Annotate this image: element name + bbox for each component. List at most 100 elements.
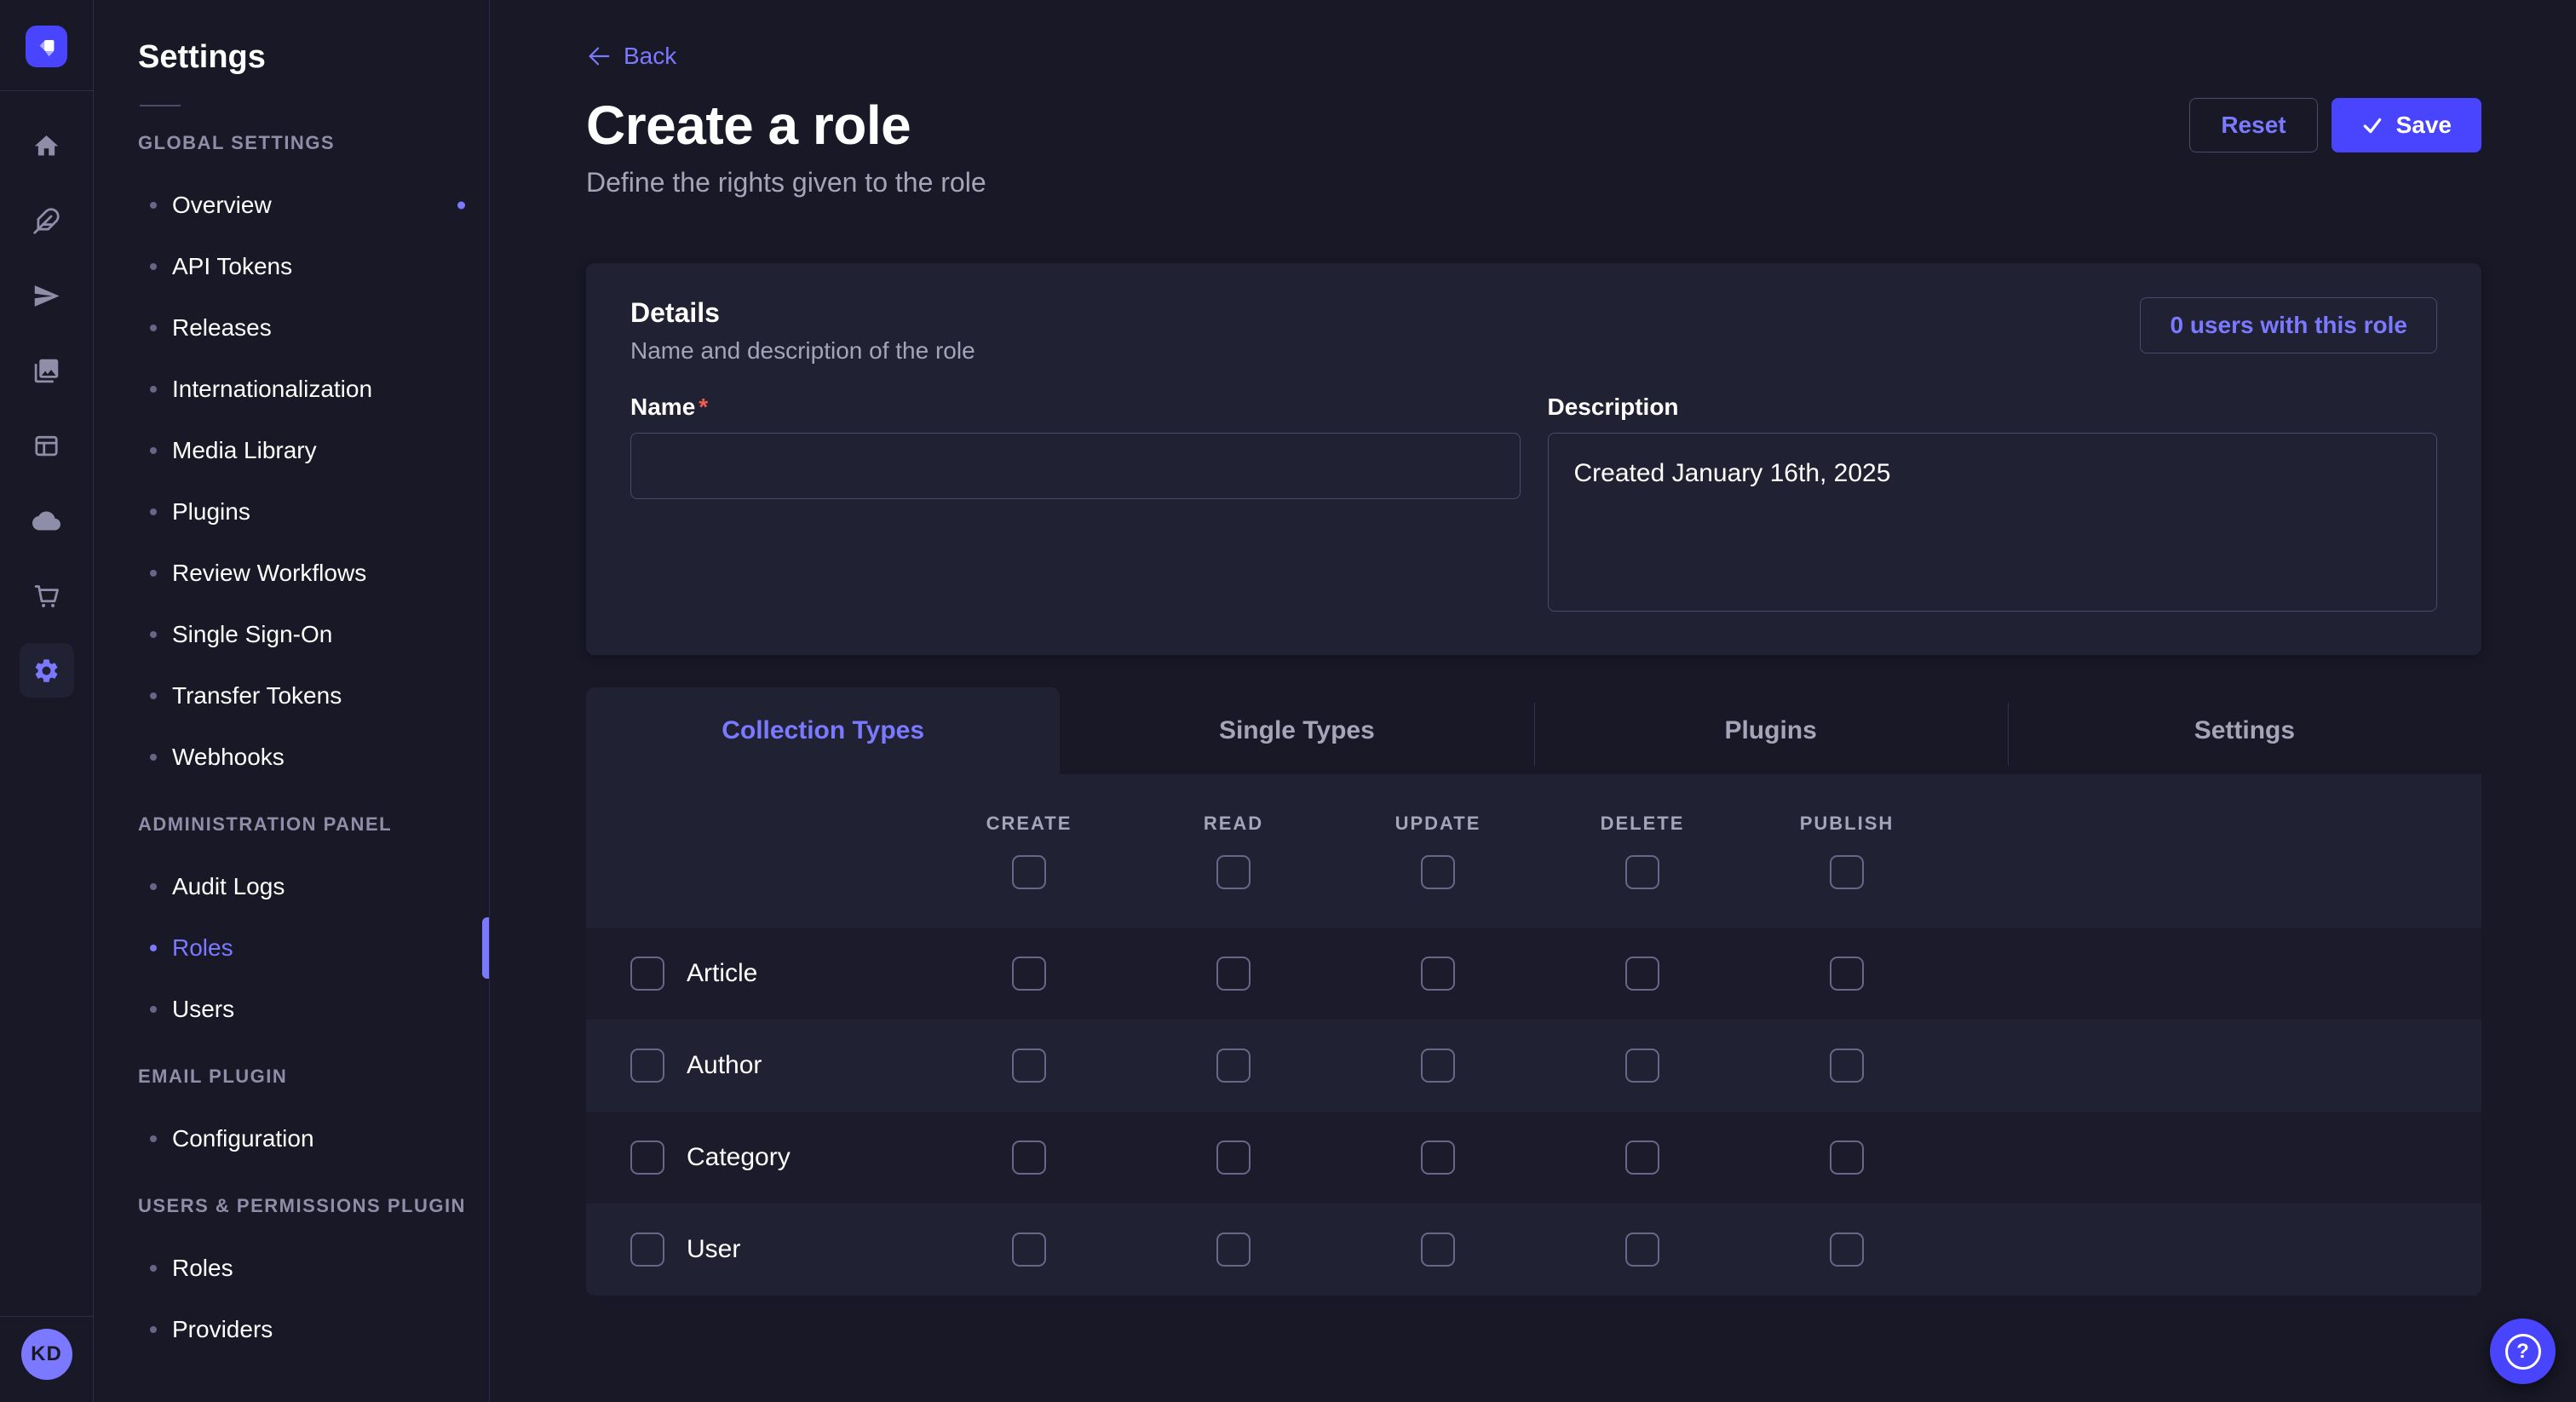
page-title: Create a role <box>586 94 911 157</box>
role-name-input[interactable] <box>630 433 1521 499</box>
category-read-checkbox[interactable] <box>1216 1141 1251 1175</box>
select-all-delete-checkbox[interactable] <box>1625 855 1659 889</box>
user-row-checkbox[interactable] <box>630 1232 664 1267</box>
author-delete-checkbox[interactable] <box>1625 1049 1659 1083</box>
home-icon[interactable] <box>20 118 74 173</box>
settings-nav-rule <box>140 105 181 106</box>
author-row-checkbox[interactable] <box>630 1049 664 1083</box>
bullet-icon <box>150 509 157 515</box>
article-publish-checkbox[interactable] <box>1830 957 1864 991</box>
reset-button[interactable]: Reset <box>2189 98 2317 152</box>
tab-plugins[interactable]: Plugins <box>1534 687 2008 774</box>
category-delete-checkbox[interactable] <box>1625 1141 1659 1175</box>
permissions-tabbar: Collection Types Single Types Plugins Se… <box>586 687 2481 774</box>
category-publish-checkbox[interactable] <box>1830 1141 1864 1175</box>
help-button[interactable]: ? <box>2490 1319 2556 1384</box>
user-create-checkbox[interactable] <box>1012 1232 1046 1267</box>
nav-section-label: USERS & PERMISSIONS PLUGIN <box>138 1195 489 1217</box>
column-header-update: UPDATE <box>1395 813 1481 835</box>
sidebar-item-audit-logs[interactable]: Audit Logs <box>94 856 489 917</box>
content-builder-feather-icon[interactable] <box>20 193 74 248</box>
strapi-logo[interactable] <box>26 26 67 67</box>
bullet-icon <box>150 447 157 454</box>
author-update-checkbox[interactable] <box>1421 1049 1455 1083</box>
sidebar-item-plugins[interactable]: Plugins <box>94 481 489 543</box>
sidebar-item-transfer-tokens[interactable]: Transfer Tokens <box>94 665 489 727</box>
description-field-group: Description Created January 16th, 2025 <box>1548 394 2438 616</box>
column-header-publish: PUBLISH <box>1800 813 1895 835</box>
nav-section-global-settings: GLOBAL SETTINGS Overview API Tokens Rele… <box>94 132 489 788</box>
bullet-icon <box>150 631 157 638</box>
article-row-checkbox[interactable] <box>630 957 664 991</box>
select-all-update-checkbox[interactable] <box>1421 855 1455 889</box>
question-mark-icon: ? <box>2505 1334 2541 1370</box>
nav-section-label: ADMINISTRATION PANEL <box>138 813 489 836</box>
sidebar-item-review-workflows[interactable]: Review Workflows <box>94 543 489 604</box>
details-title: Details <box>630 297 975 329</box>
page-subtitle: Define the rights given to the role <box>586 167 2481 198</box>
bullet-icon <box>150 945 157 951</box>
select-all-read-checkbox[interactable] <box>1216 855 1251 889</box>
article-create-checkbox[interactable] <box>1012 957 1046 991</box>
save-button[interactable]: Save <box>2332 98 2481 152</box>
paper-plane-icon[interactable] <box>20 268 74 323</box>
details-subtitle: Name and description of the role <box>630 337 975 365</box>
details-card: Details Name and description of the role… <box>586 263 2481 655</box>
tab-settings[interactable]: Settings <box>2008 687 2481 774</box>
bullet-icon <box>150 386 157 393</box>
column-header-create: CREATE <box>986 813 1072 835</box>
sidebar-item-webhooks[interactable]: Webhooks <box>94 727 489 788</box>
sidebar-item-internationalization[interactable]: Internationalization <box>94 359 489 420</box>
author-publish-checkbox[interactable] <box>1830 1049 1864 1083</box>
category-row-checkbox[interactable] <box>630 1141 664 1175</box>
app-window: KD Settings GLOBAL SETTINGS Overview API… <box>0 0 2576 1402</box>
sidebar-item-api-tokens[interactable]: API Tokens <box>94 236 489 297</box>
category-update-checkbox[interactable] <box>1421 1141 1455 1175</box>
media-library-icon[interactable] <box>20 343 74 398</box>
select-all-create-checkbox[interactable] <box>1012 855 1046 889</box>
bullet-icon <box>150 263 157 270</box>
settings-gear-icon[interactable] <box>20 643 74 698</box>
sidebar-item-releases[interactable]: Releases <box>94 297 489 359</box>
user-delete-checkbox[interactable] <box>1625 1232 1659 1267</box>
category-create-checkbox[interactable] <box>1012 1141 1046 1175</box>
marketplace-cart-icon[interactable] <box>20 568 74 623</box>
table-row-article: Article <box>586 928 2481 1020</box>
bullet-icon <box>150 1265 157 1272</box>
sidebar-item-users[interactable]: Users <box>94 979 489 1040</box>
tab-single-types[interactable]: Single Types <box>1060 687 1533 774</box>
notification-dot-icon <box>457 202 465 210</box>
user-update-checkbox[interactable] <box>1421 1232 1455 1267</box>
back-link[interactable]: Back <box>586 43 676 70</box>
user-read-checkbox[interactable] <box>1216 1232 1251 1267</box>
sidebar-item-configuration[interactable]: Configuration <box>94 1108 489 1169</box>
users-with-role-button[interactable]: 0 users with this role <box>2140 297 2437 353</box>
sidebar-item-roles-admin[interactable]: Roles <box>94 917 489 979</box>
author-read-checkbox[interactable] <box>1216 1049 1251 1083</box>
cloud-icon[interactable] <box>20 493 74 548</box>
user-publish-checkbox[interactable] <box>1830 1232 1864 1267</box>
nav-section-label: GLOBAL SETTINGS <box>138 132 489 154</box>
settings-nav-title: Settings <box>138 39 489 76</box>
layout-icon[interactable] <box>20 418 74 473</box>
bullet-icon <box>150 754 157 761</box>
user-avatar[interactable]: KD <box>21 1329 72 1380</box>
article-delete-checkbox[interactable] <box>1625 957 1659 991</box>
main-content: Back Create a role Reset Save Define the… <box>490 0 2576 1402</box>
description-label: Description <box>1548 394 2438 421</box>
bullet-icon <box>150 692 157 699</box>
article-update-checkbox[interactable] <box>1421 957 1455 991</box>
role-description-textarea[interactable]: Created January 16th, 2025 <box>1548 433 2438 612</box>
sidebar-item-providers[interactable]: Providers <box>94 1299 489 1360</box>
tab-collection-types[interactable]: Collection Types <box>586 687 1060 774</box>
select-all-publish-checkbox[interactable] <box>1830 855 1864 889</box>
settings-nav: Settings GLOBAL SETTINGS Overview API To… <box>94 0 490 1402</box>
bullet-icon <box>150 570 157 577</box>
sidebar-item-single-sign-on[interactable]: Single Sign-On <box>94 604 489 665</box>
nav-section-administration-panel: ADMINISTRATION PANEL Audit Logs Roles Us… <box>94 813 489 1040</box>
article-read-checkbox[interactable] <box>1216 957 1251 991</box>
sidebar-item-media-library[interactable]: Media Library <box>94 420 489 481</box>
author-create-checkbox[interactable] <box>1012 1049 1046 1083</box>
sidebar-item-overview[interactable]: Overview <box>94 175 489 236</box>
sidebar-item-roles-up[interactable]: Roles <box>94 1238 489 1299</box>
